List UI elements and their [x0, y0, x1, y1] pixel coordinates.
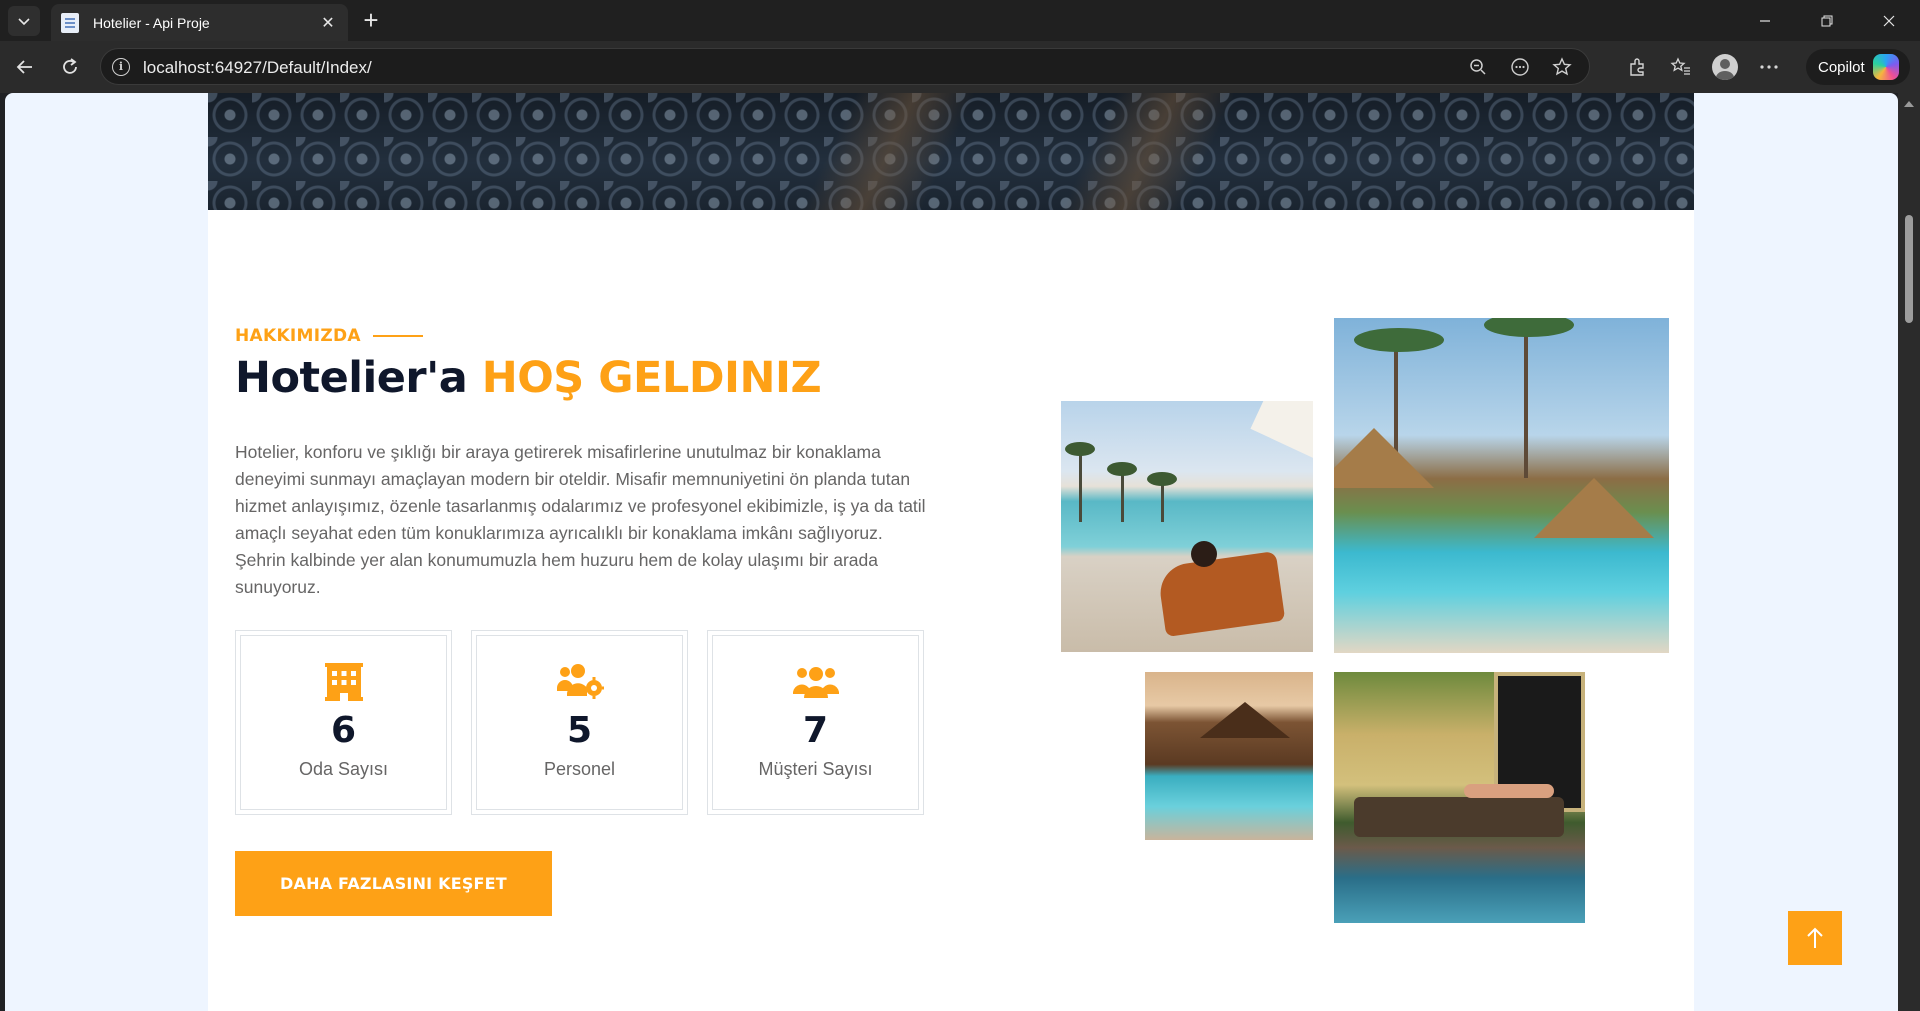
hero-chair-shadow: [1050, 93, 1246, 210]
new-tab-button[interactable]: +: [356, 6, 386, 36]
extensions-icon[interactable]: [1624, 54, 1650, 80]
about-paragraph: Hotelier, konforu ve şıklığı bir araya g…: [235, 442, 926, 597]
more-tools-icon[interactable]: [1509, 56, 1531, 78]
restore-button[interactable]: [1796, 0, 1858, 41]
explore-more-button[interactable]: DAHA FAZLASINI KEŞFET: [235, 851, 552, 916]
close-tab-icon[interactable]: ✕: [318, 13, 338, 33]
url-text[interactable]: localhost:64927/Default/Index/: [143, 58, 372, 78]
reload-button[interactable]: [55, 52, 85, 82]
tropical-pool-photo: [1334, 318, 1669, 653]
browser-tab-active[interactable]: Hotelier - Api Proje ✕: [51, 4, 348, 41]
eyebrow-line: [372, 335, 423, 337]
site-info-icon[interactable]: i: [112, 58, 130, 76]
stat-label: Oda Sayısı: [298, 759, 389, 779]
stat-label: Personel: [543, 759, 616, 779]
arrow-left-icon: [16, 60, 32, 74]
resort-deck-photo: [1145, 672, 1313, 840]
scroll-up-arrow-icon[interactable]: [1904, 101, 1914, 107]
heading-main: Hotelier'a: [235, 353, 468, 403]
scrollbar-thumb[interactable]: [1905, 215, 1913, 323]
arrow-up-icon: [1807, 927, 1823, 948]
copilot-button[interactable]: Copilot: [1806, 49, 1910, 85]
eyebrow-text: HAKKIMIZDA: [235, 326, 361, 346]
stats-row: 6 Oda Sayısı 5 Personel 7 Müşteri Sayısı: [235, 630, 924, 815]
minimize-icon: [1760, 19, 1770, 22]
zoom-icon[interactable]: [1467, 56, 1489, 78]
close-icon: [1883, 15, 1895, 26]
users-cog-icon: [556, 662, 604, 702]
garden-lounger-photo: [1334, 672, 1585, 923]
hero-image-strip: [208, 93, 1694, 210]
window-controls: [1734, 0, 1920, 41]
section-eyebrow: HAKKIMIZDA: [235, 326, 423, 346]
pool-lounger-photo: [1061, 401, 1313, 652]
close-window-button[interactable]: [1858, 0, 1920, 41]
profile-avatar-icon[interactable]: [1712, 54, 1738, 80]
browser-tab-bar: Hotelier - Api Proje ✕ +: [0, 0, 1920, 41]
tab-actions-menu-button[interactable]: [8, 6, 40, 36]
page-favicon-icon: [61, 12, 79, 33]
tab-title: Hotelier - Api Proje: [93, 14, 210, 31]
address-bar[interactable]: i localhost:64927/Default/Index/: [100, 48, 1590, 85]
back-to-top-button[interactable]: [1788, 911, 1842, 965]
stat-value: 6: [330, 710, 357, 751]
hotel-icon: [320, 662, 368, 702]
minimize-button[interactable]: [1734, 0, 1796, 41]
page-scrollbar[interactable]: [1898, 93, 1920, 1011]
favorites-icon[interactable]: [1668, 54, 1694, 80]
copilot-logo-icon: [1872, 54, 1899, 80]
stat-value: 7: [802, 710, 829, 751]
about-heading: Hotelier'a HOŞ GELDINIZ: [235, 353, 822, 403]
stat-label: Müşteri Sayısı: [758, 759, 873, 779]
restore-icon: [1821, 15, 1833, 26]
page-viewport: HAKKIMIZDA Hotelier'a HOŞ GELDINIZ Hotel…: [5, 93, 1898, 1011]
browser-toolbar: i localhost:64927/Default/Index/ Copilot: [0, 41, 1920, 93]
heading-accent: HOŞ GELDINIZ: [481, 353, 822, 403]
copilot-label: Copilot: [1818, 58, 1865, 76]
chevron-down-icon: [18, 18, 30, 26]
favorite-star-icon[interactable]: [1551, 56, 1573, 78]
stat-card-staff: 5 Personel: [471, 630, 688, 815]
settings-more-icon[interactable]: [1756, 54, 1782, 80]
users-icon: [792, 662, 840, 702]
reload-icon: [63, 58, 77, 74]
page-container: HAKKIMIZDA Hotelier'a HOŞ GELDINIZ Hotel…: [208, 93, 1842, 1011]
stat-card-customers: 7 Müşteri Sayısı: [707, 630, 924, 815]
stat-value: 5: [566, 710, 593, 751]
hero-chair-shadow: [790, 93, 986, 210]
back-button[interactable]: [10, 52, 40, 82]
stat-card-rooms: 6 Oda Sayısı: [235, 630, 452, 815]
